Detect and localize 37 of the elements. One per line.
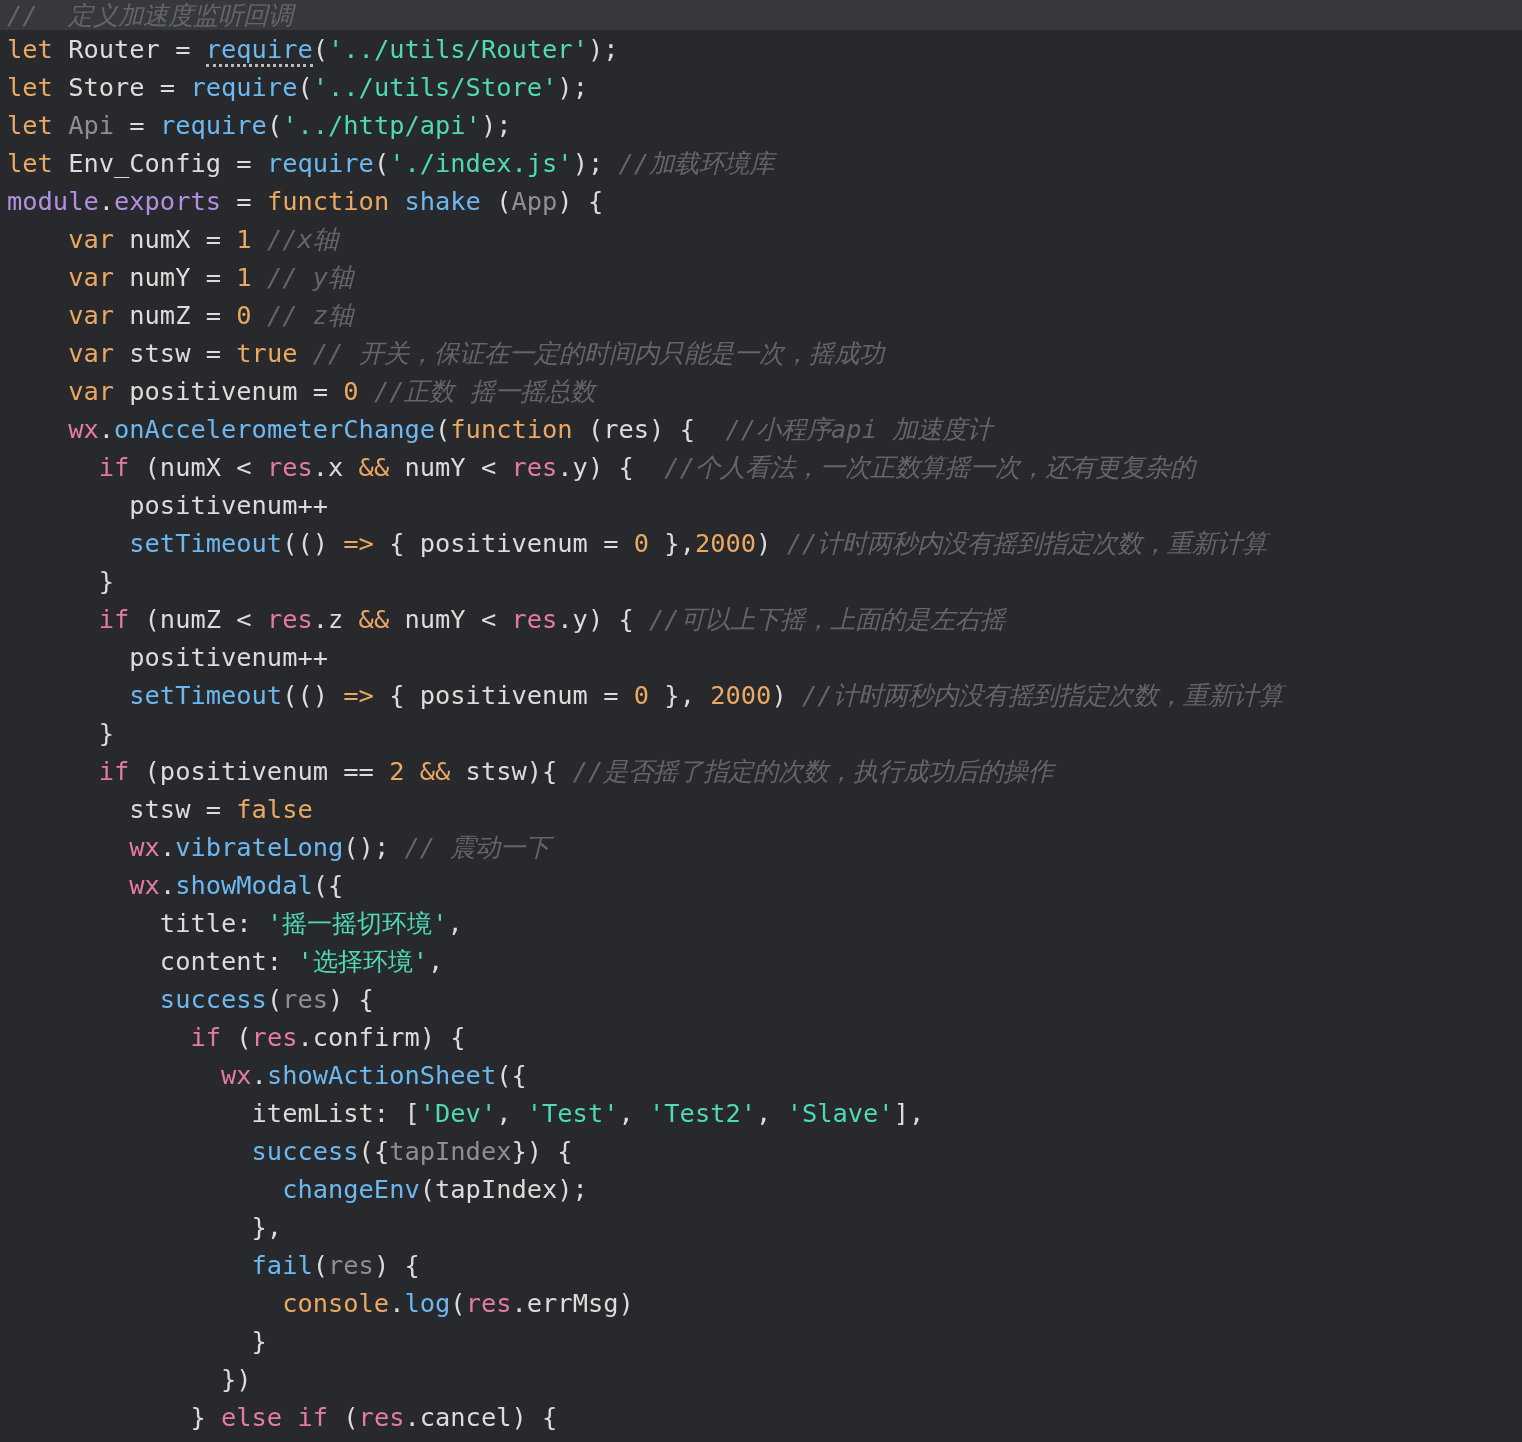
code-line: var numX = 1 //x轴 <box>67 223 341 256</box>
code-line: wx.vibrateLong(); // 震动一下 <box>0 828 1522 866</box>
code-line: } <box>97 565 115 598</box>
code-line: changeEnv(tapIndex); <box>281 1173 589 1206</box>
code-line: if (res.confirm) { <box>189 1021 467 1054</box>
code-line: success(res) { <box>158 983 375 1016</box>
code-line: positivenum++ <box>128 641 329 674</box>
code-line: title: '摇一摇切环境', <box>158 907 464 940</box>
code-line: setTimeout(() => { positivenum = 0 }, 2000) //计时两秒内没有摇到指定次数，重新计算 <box>0 676 1522 714</box>
code-line: var stsw = true // 开关，保证在一定的时间内只能是一次，摇成功 <box>67 337 887 370</box>
code-line: wx.showModal({ <box>128 869 345 902</box>
code-line: }, <box>250 1211 284 1244</box>
code-line: stsw = false <box>128 793 314 826</box>
code-line: var numZ = 0 // z轴 <box>67 299 356 332</box>
code-line: console.log(res.errMsg) <box>281 1287 635 1320</box>
code-line: content: '选择环境', <box>158 945 445 978</box>
code-line: success({tapIndex}) { <box>250 1135 574 1168</box>
code-line: let Env_Config = require('./index.js'); //加载环境库 <box>6 147 778 180</box>
code-line: } <box>97 717 115 750</box>
code-line: wx.onAccelerometerChange(function (res) { //小程序api 加速度计 <box>67 413 996 446</box>
code-line: }) <box>220 1363 253 1396</box>
code-line: let Router = require('../utils/Router'); <box>0 30 1522 68</box>
code-line: fail(res) { <box>250 1249 421 1282</box>
code-line: if (numX < res.x && numY < res.y) { //个人看法，一次正数算摇一次，还有更复杂的 <box>97 451 1198 484</box>
code-line: setTimeout(() => { positivenum = 0 },2000) //计时两秒内没有摇到指定次数，重新计算 <box>0 524 1522 562</box>
code-line: let Store = require('../utils/Store'); <box>6 71 589 104</box>
code-line: var numY = 1 // y轴 <box>67 261 356 294</box>
code-line: } <box>250 1325 268 1358</box>
code-line: if (numZ < res.z && numY < res.y) { //可以上下摇，上面的是左右摇 <box>97 603 1008 636</box>
code-line: positivenum++ <box>128 489 329 522</box>
code-line: itemList: ['Dev', 'Test', 'Test2', 'Slave'], <box>250 1097 926 1130</box>
code-line: module.exports = function shake (App) { <box>6 185 605 218</box>
code-line: if (positivenum == 2 && stsw){ //是否摇了指定的次数，执行成功后的操作 <box>97 755 1057 788</box>
code-line: } else if (res.cancel) { <box>189 1401 559 1434</box>
code-line: var positivenum = 0 //正数 摇一摇总数 <box>0 372 1522 410</box>
code-line: let Api = require('../http/api'); <box>6 109 513 142</box>
code-line: wx.showActionSheet({ <box>220 1059 528 1092</box>
